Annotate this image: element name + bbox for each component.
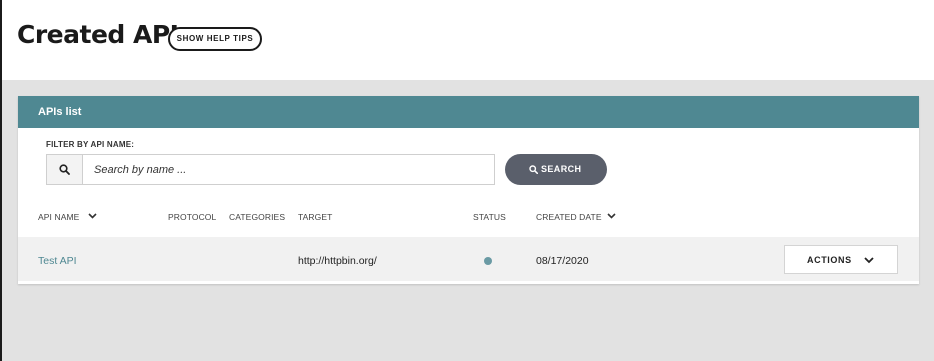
search-icon bbox=[59, 164, 70, 175]
search-field-group bbox=[46, 154, 495, 185]
api-name-link[interactable]: Test API bbox=[38, 255, 77, 267]
search-icon bbox=[529, 165, 538, 174]
apis-list-panel: APIs list FILTER BY API NAME: SEARCH API… bbox=[18, 96, 919, 284]
search-input[interactable] bbox=[83, 155, 493, 184]
column-header-status: STATUS bbox=[473, 212, 506, 222]
search-addon bbox=[47, 155, 83, 184]
filter-label: FILTER BY API NAME: bbox=[46, 140, 135, 149]
page-title: Created APIs bbox=[17, 20, 193, 49]
chevron-down-icon[interactable] bbox=[88, 213, 97, 219]
search-button-label: SEARCH bbox=[541, 164, 582, 174]
column-header-created-date-label: CREATED DATE bbox=[536, 212, 602, 222]
show-help-tips-button[interactable]: SHOW HELP TIPS bbox=[168, 27, 262, 51]
search-button[interactable]: SEARCH bbox=[505, 154, 607, 185]
column-header-created-date[interactable]: CREATED DATE bbox=[536, 212, 602, 222]
column-header-api-name[interactable]: API NAME bbox=[38, 212, 79, 222]
target-url: http://httpbin.org/ bbox=[298, 255, 377, 267]
created-date-value: 08/17/2020 bbox=[536, 255, 589, 267]
panel-title: APIs list bbox=[38, 106, 82, 118]
actions-label: ACTIONS bbox=[807, 255, 852, 265]
status-indicator bbox=[484, 257, 492, 265]
panel-header: APIs list bbox=[18, 96, 919, 128]
window-edge bbox=[0, 0, 2, 361]
table-row: Test API http://httpbin.org/ 08/17/2020 … bbox=[18, 237, 919, 281]
column-header-api-name-label: API NAME bbox=[38, 212, 80, 222]
column-header-protocol: PROTOCOL bbox=[168, 212, 217, 222]
actions-dropdown-button[interactable]: ACTIONS bbox=[784, 245, 898, 274]
chevron-down-icon bbox=[864, 257, 874, 264]
column-header-target: TARGET bbox=[298, 212, 333, 222]
column-header-categories: CATEGORIES bbox=[229, 212, 286, 222]
page-header: Created APIs SHOW HELP TIPS bbox=[0, 0, 934, 80]
chevron-down-icon[interactable] bbox=[607, 213, 616, 219]
